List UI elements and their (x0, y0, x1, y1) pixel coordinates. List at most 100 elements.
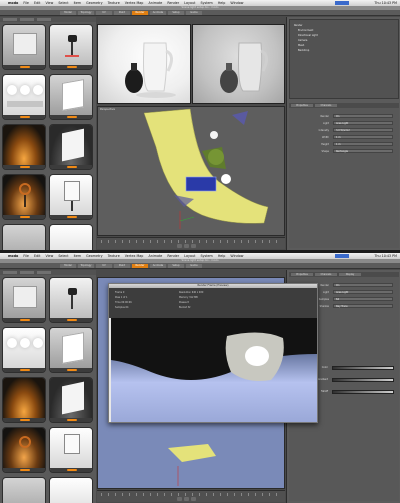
perspective-viewport[interactable]: Perspective (97, 106, 285, 236)
play-button[interactable] (184, 497, 189, 501)
play-back-button[interactable] (177, 244, 182, 248)
tab-channels[interactable]: Channels (315, 104, 337, 107)
preset-amber-glow[interactable] (2, 377, 46, 423)
menu-vertex-map[interactable]: Vertex Map (125, 1, 144, 5)
menu-help[interactable]: Help (218, 254, 226, 258)
tab-channels[interactable]: Channels (315, 273, 337, 276)
tab-animate[interactable]: Animate (150, 264, 166, 268)
prop-value[interactable]: On (333, 114, 393, 118)
tab-topology[interactable]: Topology (78, 264, 94, 268)
render-viewport-left[interactable] (97, 24, 191, 104)
prop-value[interactable]: Area Light (333, 121, 393, 125)
tab-game[interactable]: Game (186, 264, 202, 268)
preset-softbox-2[interactable] (49, 124, 93, 170)
gradient-swatch[interactable] (332, 390, 394, 394)
menu-geometry[interactable]: Geometry (86, 254, 102, 258)
menu-geometry[interactable]: Geometry (86, 1, 102, 5)
preset-softbox-stand[interactable] (49, 427, 93, 473)
play-forward-button[interactable] (191, 244, 196, 248)
menu-select[interactable]: Select (58, 254, 68, 258)
preset-softbox-2[interactable] (49, 377, 93, 423)
preset-tool-button[interactable] (3, 18, 17, 21)
tab-properties[interactable]: Properties (291, 104, 313, 107)
menu-file[interactable]: File (23, 1, 29, 5)
tree-row[interactable]: Camera (298, 39, 307, 42)
timeline[interactable] (97, 490, 285, 502)
prop-value[interactable]: Rectangle (333, 149, 393, 153)
prop-value[interactable]: Ray Trace (333, 304, 393, 308)
menu-extra-badge[interactable] (335, 254, 349, 258)
menu-animate[interactable]: Animate (148, 1, 162, 5)
menu-render[interactable]: Render (167, 254, 179, 258)
menu-view[interactable]: View (45, 254, 53, 258)
prop-value[interactable]: 1 m (333, 135, 393, 139)
tab-model[interactable]: Model (60, 11, 76, 15)
menu-app[interactable]: modo (8, 254, 18, 258)
prop-value[interactable]: 64 (333, 297, 393, 301)
preset-white-backdrop[interactable] (49, 224, 93, 250)
tree-row[interactable]: Backdrop (298, 49, 309, 52)
menu-help[interactable]: Help (218, 1, 226, 5)
preset-light-bulbs[interactable] (2, 327, 46, 373)
tree-row[interactable]: Directional Light (298, 34, 318, 37)
preset-softbox-stand[interactable] (49, 174, 93, 220)
menu-edit[interactable]: Edit (34, 254, 40, 258)
preset-lamp-fire[interactable] (2, 427, 46, 473)
tree-row[interactable]: Mesh (298, 44, 304, 47)
tab-paint[interactable]: Paint (114, 264, 130, 268)
play-button[interactable] (184, 244, 189, 248)
preset-tool-button[interactable] (37, 271, 51, 274)
prop-value[interactable]: On (333, 283, 393, 287)
tab-render[interactable]: Render (132, 264, 148, 268)
preset-grey-backdrop[interactable] (2, 477, 46, 503)
menu-render[interactable]: Render (167, 1, 179, 5)
preset-light-bulbs[interactable] (2, 74, 46, 120)
tab-animate[interactable]: Animate (150, 11, 166, 15)
tab-render[interactable]: Render (132, 11, 148, 15)
preset-amber-glow[interactable] (2, 124, 46, 170)
menu-texture[interactable]: Texture (108, 254, 120, 258)
play-forward-button[interactable] (191, 497, 196, 501)
render-viewport-right[interactable] (192, 24, 285, 104)
preset-white-backdrop[interactable] (49, 477, 93, 503)
menu-app[interactable]: modo (8, 1, 18, 5)
preset-tool-button[interactable] (37, 18, 51, 21)
tab-display[interactable]: Display (339, 273, 361, 276)
menu-view[interactable]: View (45, 1, 53, 5)
tree-row[interactable]: Environment (298, 29, 313, 32)
tab-properties[interactable]: Properties (291, 273, 313, 276)
menu-system[interactable]: System (200, 1, 212, 5)
menu-window[interactable]: Window (230, 254, 243, 258)
tab-model[interactable]: Model (60, 264, 76, 268)
tab-paint[interactable]: Paint (114, 11, 130, 15)
menu-window[interactable]: Window (230, 1, 243, 5)
menu-texture[interactable]: Texture (108, 1, 120, 5)
menu-extra-badge[interactable] (335, 1, 349, 5)
prop-value[interactable]: 1 m (333, 142, 393, 146)
preset-studio-light[interactable] (2, 24, 46, 70)
tab-game[interactable]: Game (186, 11, 202, 15)
preset-studio-light[interactable] (2, 277, 46, 323)
prop-value[interactable]: Area Light (333, 290, 393, 294)
preset-tool-button[interactable] (3, 271, 17, 274)
preset-spotlight-stand[interactable] (49, 277, 93, 323)
preset-spotlight-stand[interactable] (49, 24, 93, 70)
timeline[interactable] (97, 237, 285, 249)
preset-tool-button[interactable] (20, 271, 34, 274)
preset-grey-backdrop[interactable] (2, 224, 46, 250)
menu-edit[interactable]: Edit (34, 1, 40, 5)
prop-value[interactable]: 3.0 W/srm2 (333, 128, 393, 132)
preset-softbox[interactable] (49, 74, 93, 120)
preset-softbox[interactable] (49, 327, 93, 373)
gradient-swatch[interactable] (332, 378, 394, 382)
tab-setup[interactable]: Setup (168, 11, 184, 15)
tab-setup[interactable]: Setup (168, 264, 184, 268)
tab-uv[interactable]: UV (96, 264, 112, 268)
menu-layout[interactable]: Layout (184, 1, 195, 5)
menu-vertex-map[interactable]: Vertex Map (125, 254, 144, 258)
play-back-button[interactable] (177, 497, 182, 501)
menu-file[interactable]: File (23, 254, 29, 258)
menu-system[interactable]: System (200, 254, 212, 258)
gradient-swatch[interactable] (332, 366, 394, 370)
tab-topology[interactable]: Topology (78, 11, 94, 15)
